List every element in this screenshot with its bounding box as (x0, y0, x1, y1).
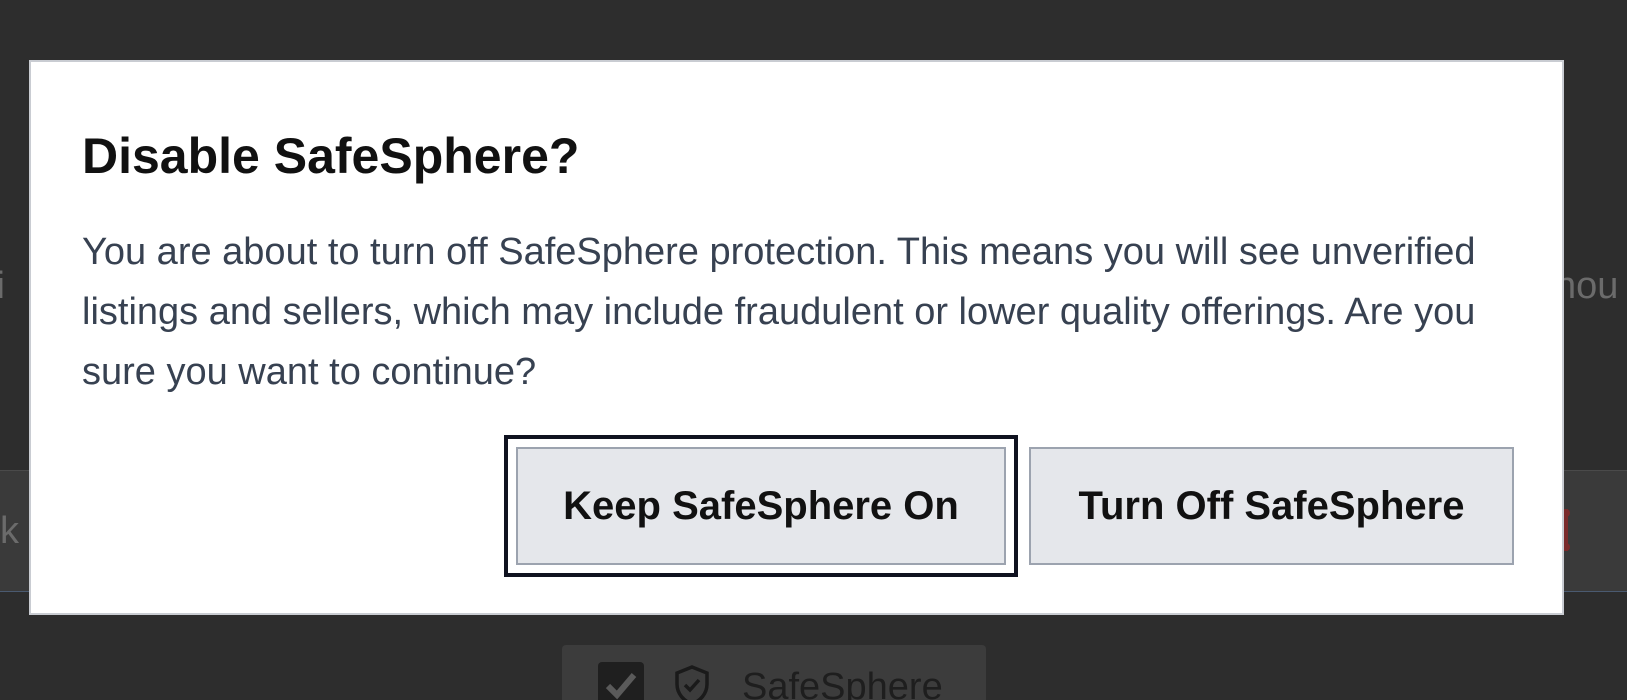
background-search-text: k (0, 510, 19, 552)
turn-off-safesphere-button[interactable]: Turn Off SafeSphere (1029, 447, 1514, 565)
dialog-title: Disable SafeSphere? (82, 128, 580, 184)
dialog-message: You are about to turn off SafeSphere pro… (82, 231, 1476, 393)
shield-check-icon (672, 664, 712, 700)
page: fi hou k SafeSphere Disable SafeSphere? … (0, 0, 1627, 700)
keep-safesphere-on-button[interactable]: Keep SafeSphere On (504, 435, 1018, 577)
safesphere-checkbox[interactable] (598, 662, 644, 700)
disable-safesphere-dialog: Disable SafeSphere? You are about to tur… (29, 60, 1564, 615)
background-text-fragment: fi (0, 265, 5, 307)
background-text-fragment-right: hou (1555, 265, 1619, 307)
safesphere-toggle-label: SafeSphere (742, 666, 943, 700)
